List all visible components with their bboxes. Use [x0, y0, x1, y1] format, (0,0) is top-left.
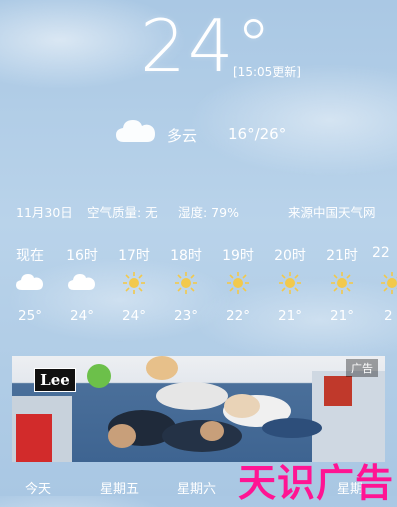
- weather-condition: 多云: [167, 127, 198, 145]
- ad-banner[interactable]: Lee 广告: [12, 356, 385, 462]
- hour-label: 17时: [118, 248, 150, 264]
- hour-label: 18时: [170, 248, 202, 264]
- cloud-icon: [60, 272, 104, 296]
- hour-label: 19时: [222, 248, 254, 264]
- source-label: 来源中国天气网: [288, 205, 376, 220]
- hour-temp: 25°: [18, 308, 42, 324]
- ad-badge: 广告: [346, 359, 378, 377]
- hour-label: 16时: [66, 248, 98, 264]
- sun-icon: [320, 272, 364, 296]
- hour-temp: 21°: [278, 308, 302, 324]
- humidity-label: 湿度: 79%: [178, 205, 239, 220]
- hour-label: 20时: [274, 248, 306, 264]
- hour-label: 21时: [326, 248, 358, 264]
- tab-today[interactable]: 今天: [25, 478, 51, 497]
- sun-icon: [164, 272, 208, 296]
- temperature-range: 16°/26°: [228, 125, 287, 143]
- brand-logo: Lee: [34, 368, 76, 392]
- watermark: 天识广告: [238, 461, 395, 505]
- cloud-icon: [114, 116, 158, 148]
- sun-icon: [216, 272, 260, 296]
- hour-temp: 23°: [174, 308, 198, 324]
- air-quality-label: 空气质量: 无: [87, 205, 158, 220]
- hour-temp: 22°: [226, 308, 250, 324]
- tab-saturday[interactable]: 星期六: [177, 478, 216, 497]
- hour-temp: 2: [384, 308, 393, 324]
- sun-icon: [268, 272, 312, 296]
- hour-temp: 24°: [70, 308, 94, 324]
- hour-temp: 24°: [122, 308, 146, 324]
- hour-label: 现在: [16, 248, 44, 264]
- hour-temp: 21°: [330, 308, 354, 324]
- sun-icon: [112, 272, 156, 296]
- tab-friday[interactable]: 星期五: [100, 478, 139, 497]
- cloud-icon: [8, 272, 52, 296]
- date-label: 11月30日: [16, 205, 73, 220]
- sun-icon: [381, 272, 397, 296]
- ad-image: Lee 广告: [12, 356, 385, 462]
- update-time: [15:05更新]: [233, 65, 301, 79]
- hour-label: 22: [372, 245, 390, 261]
